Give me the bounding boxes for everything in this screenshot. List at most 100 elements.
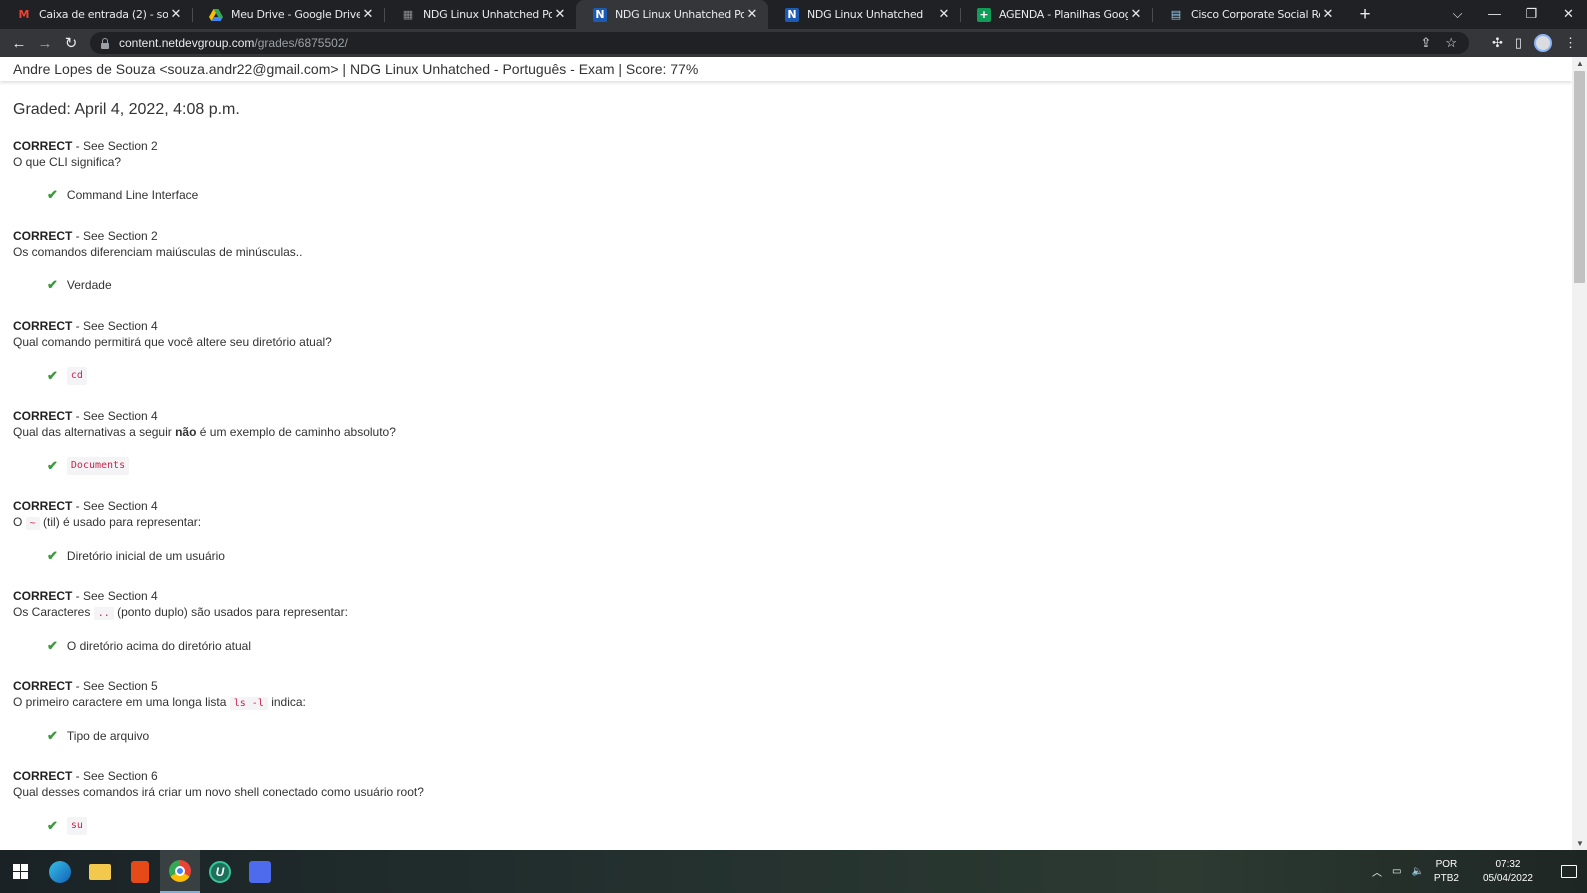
question-status: CORRECT - See Section 4: [13, 498, 1513, 514]
taskbar-office[interactable]: [120, 850, 160, 893]
answer-text: Verdade: [66, 278, 112, 292]
tab-ndg-1[interactable]: ▦ NDG Linux Unhatched Português ✕: [384, 0, 576, 29]
scroll-down-arrow-icon[interactable]: ▼: [1576, 839, 1584, 848]
system-tray: ︿ ▭ 🔈 POR PTB2 07:32 05/04/2022: [1372, 850, 1587, 893]
question-text-part: Qual comando permitirá que você altere s…: [13, 335, 332, 349]
question-text: Os Caracteres .. (ponto duplo) são usado…: [13, 604, 1513, 622]
tray-chevron-up-icon[interactable]: ︿: [1372, 864, 1382, 879]
profile-avatar[interactable]: [1534, 34, 1552, 52]
check-icon: ✔: [47, 368, 58, 383]
question-inline-code: ls -l: [229, 697, 268, 710]
clock[interactable]: 07:32 05/04/2022: [1483, 858, 1543, 886]
tab-search-icon[interactable]: ⌵: [1439, 0, 1476, 29]
tab-ndg-active[interactable]: N NDG Linux Unhatched Português ✕: [576, 0, 768, 29]
url-host: content.netdevgroup.com: [119, 36, 255, 50]
question-text: O primeiro caractere em uma longa lista …: [13, 694, 1513, 712]
correct-label: CORRECT: [13, 589, 73, 603]
question-text-part: O que CLI significa?: [13, 155, 122, 169]
tab-title: Caixa de entrada (2) - souza.andr: [39, 8, 168, 21]
volume-icon[interactable]: 🔈: [1411, 866, 1423, 877]
new-tab-button[interactable]: +: [1350, 0, 1380, 29]
tab-close-icon[interactable]: ✕: [1128, 7, 1144, 22]
browser-toolbar: ← → ↻ content.netdevgroup.com/grades/687…: [0, 29, 1587, 57]
question-item: CORRECT - See Section 5 O primeiro carac…: [13, 678, 1513, 768]
folder-icon: [89, 863, 111, 880]
tab-title: AGENDA - Planilhas Google: [999, 8, 1128, 21]
question-text: Qual desses comandos irá criar um novo s…: [13, 784, 1513, 801]
tab-cisco[interactable]: ▤ Cisco Corporate Social Responsi ✕: [1152, 0, 1344, 29]
url-path: /grades/6875502/: [254, 36, 348, 50]
tab-close-icon[interactable]: ✕: [552, 7, 568, 22]
tab-title: NDG Linux Unhatched: [807, 8, 923, 21]
taskbar-app-u[interactable]: U: [200, 850, 240, 893]
start-button[interactable]: [0, 850, 40, 893]
network-icon[interactable]: ▭: [1392, 866, 1401, 877]
google-sheets-icon: +: [977, 7, 991, 22]
question-text: Qual comando permitirá que você altere s…: [13, 334, 1513, 351]
tab-google-drive[interactable]: Meu Drive - Google Drive ✕: [192, 0, 384, 29]
tab-ndg-3[interactable]: N NDG Linux Unhatched ✕: [768, 0, 960, 29]
check-icon: ✔: [47, 638, 58, 653]
question-text: Os comandos diferenciam maiúsculas de mi…: [13, 244, 1513, 261]
question-inline-code: ~: [25, 517, 40, 530]
tab-google-sheets[interactable]: + AGENDA - Planilhas Google ✕: [960, 0, 1152, 29]
question-text: O ~ (til) é usado para representar:: [13, 514, 1513, 532]
chrome-icon: [169, 859, 191, 882]
tab-title: NDG Linux Unhatched Português: [423, 8, 552, 21]
tab-close-icon[interactable]: ✕: [168, 7, 184, 22]
share-icon[interactable]: ⇪: [1420, 35, 1431, 51]
correct-label: CORRECT: [13, 319, 73, 333]
address-bar[interactable]: content.netdevgroup.com/grades/6875502/ …: [90, 32, 1469, 54]
restore-button[interactable]: ❐: [1513, 0, 1550, 29]
scroll-up-arrow-icon[interactable]: ▲: [1576, 59, 1584, 68]
question-status: CORRECT - See Section 4: [13, 408, 1513, 424]
ndg-icon: N: [593, 7, 607, 22]
question-text-bold: não: [175, 425, 197, 439]
question-status: CORRECT - See Section 5: [13, 678, 1513, 694]
google-drive-icon: [209, 8, 223, 22]
section-ref: - See Section 2: [72, 229, 158, 243]
correct-label: CORRECT: [13, 139, 73, 153]
answer-code: cd: [66, 367, 87, 385]
question-item: CORRECT - See Section 4 Qual comando per…: [13, 318, 1513, 408]
question-text: O que CLI significa?: [13, 154, 1513, 171]
tab-close-icon[interactable]: ✕: [360, 7, 376, 22]
close-window-button[interactable]: ✕: [1550, 0, 1587, 29]
gmail-icon: M: [18, 8, 30, 21]
vertical-scrollbar[interactable]: ▲ ▼: [1572, 57, 1587, 850]
tab-title: Meu Drive - Google Drive: [231, 8, 360, 21]
ndg-icon: ▦: [402, 8, 414, 21]
answer-text: Diretório inicial de um usuário: [66, 549, 225, 563]
tab-gmail[interactable]: M Caixa de entrada (2) - souza.andr ✕: [0, 0, 192, 29]
input-language[interactable]: POR PTB2: [1434, 858, 1469, 886]
lock-icon[interactable]: [100, 37, 110, 49]
question-item: CORRECT - See Section 2 O que CLI signif…: [13, 138, 1513, 228]
check-icon: ✔: [47, 277, 58, 292]
answer: ✔ Documents: [47, 457, 1513, 475]
forward-button[interactable]: →: [32, 35, 58, 52]
taskbar-edge[interactable]: [40, 850, 80, 893]
check-icon: ✔: [47, 818, 58, 833]
taskbar-file-explorer[interactable]: [80, 850, 120, 893]
taskbar-chrome[interactable]: [160, 850, 200, 893]
answer: ✔ Command Line Interface: [47, 187, 1513, 203]
answer: ✔ su: [47, 817, 1513, 835]
extensions-icon[interactable]: ✣: [1492, 35, 1503, 51]
bookmark-star-icon[interactable]: ☆: [1445, 35, 1457, 51]
tab-close-icon[interactable]: ✕: [936, 7, 952, 22]
section-ref: - See Section 4: [72, 499, 158, 513]
question-text-part: Os Caracteres: [13, 605, 94, 619]
menu-kebab-icon[interactable]: ⋮: [1564, 35, 1577, 51]
minimize-button[interactable]: —: [1476, 0, 1513, 29]
check-icon: ✔: [47, 548, 58, 563]
side-panel-icon[interactable]: ▯: [1515, 35, 1522, 51]
tab-close-icon[interactable]: ✕: [744, 7, 760, 22]
correct-label: CORRECT: [13, 409, 73, 423]
tab-close-icon[interactable]: ✕: [1320, 7, 1336, 22]
back-button[interactable]: ←: [6, 35, 32, 52]
taskbar-teams[interactable]: [240, 850, 280, 893]
notification-icon[interactable]: [1561, 865, 1577, 878]
reload-button[interactable]: ↻: [58, 34, 84, 52]
scrollbar-thumb[interactable]: [1574, 71, 1585, 283]
question-status: CORRECT - See Section 4: [13, 588, 1513, 604]
